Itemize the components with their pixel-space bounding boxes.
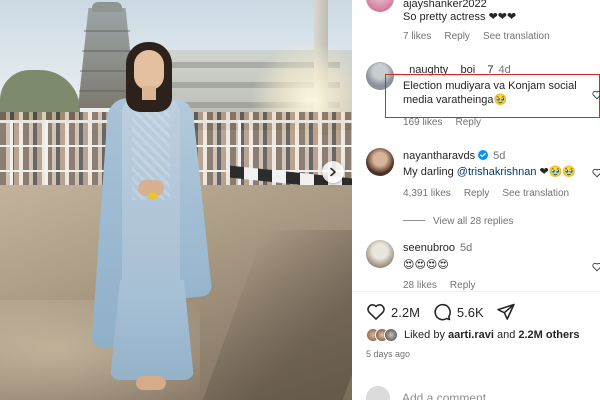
comment-like-icon[interactable] — [592, 168, 600, 178]
comment-time: 5d — [493, 150, 506, 162]
action-bar: 2.2M 5.6K — [366, 300, 533, 324]
photo-palazzo — [110, 280, 194, 380]
comment-header: ajayshanker2022 — [403, 0, 487, 10]
comment-likes[interactable]: 28 likes — [403, 280, 437, 291]
photo-rail-post — [238, 120, 241, 192]
see-translation-link[interactable]: See translation — [483, 31, 550, 42]
reply-button[interactable]: Reply — [444, 31, 470, 42]
liked-by-prefix: Liked by — [404, 329, 449, 341]
photo-feet — [136, 376, 166, 390]
like-button[interactable]: 2.2M — [366, 302, 420, 322]
view-replies-link[interactable]: View all 28 replies — [403, 216, 513, 227]
comment-text: 😍😍😍😍 — [403, 259, 449, 271]
comment-like-icon[interactable] — [592, 90, 600, 100]
comment-meta: 7 likes Reply See translation — [403, 31, 563, 42]
comment-text-prefix: My darling — [403, 166, 457, 178]
comment-username[interactable]: seenubroo — [403, 242, 455, 254]
avatar[interactable] — [366, 148, 394, 176]
mention-link[interactable]: @trishakrishnan — [457, 166, 537, 178]
see-translation-link[interactable]: See translation — [502, 188, 569, 199]
comment-username[interactable]: nayantharavds — [403, 150, 475, 162]
comment-meta: 169 likes Reply — [403, 117, 494, 128]
photo-rail-post — [45, 120, 48, 192]
photo-tower-tier — [84, 30, 130, 32]
photo-face — [134, 50, 164, 90]
liked-by-row: Liked by aarti.ravi and 2.2M others — [366, 327, 580, 343]
comment-likes[interactable]: 7 likes — [403, 31, 431, 42]
comment-text: My darling @trishakrishnan ❤🥹🥹 — [403, 165, 593, 179]
comment-meta: 4,391 likes Reply See translation — [403, 188, 582, 199]
photo-temple-top — [92, 2, 122, 12]
liked-by-text: Liked by aarti.ravi and 2.2M others — [404, 329, 580, 341]
post-date[interactable]: 5 days ago — [366, 349, 410, 359]
comment-username[interactable]: ajayshanker2022 — [403, 0, 487, 10]
avatar[interactable] — [366, 0, 394, 12]
chevron-right-icon[interactable] — [322, 161, 344, 183]
likes-count: 2.2M — [391, 304, 420, 320]
photo-flower — [148, 192, 158, 200]
comment-likes[interactable]: 169 likes — [403, 117, 442, 128]
liked-by-middle: and — [493, 329, 519, 341]
highlight-annotation — [385, 74, 600, 118]
reply-button[interactable]: Reply — [464, 188, 490, 199]
paper-plane-icon — [496, 303, 515, 320]
comment-header: seenubroo 5d — [403, 242, 472, 254]
heart-icon — [367, 304, 385, 320]
add-comment-input[interactable]: Add a comment... — [402, 391, 496, 400]
comment-text-suffix: ❤🥹🥹 — [536, 166, 577, 178]
comment-likes[interactable]: 4,391 likes — [403, 188, 451, 199]
liked-by-others[interactable]: 2.2M others — [518, 329, 579, 341]
comment-button[interactable]: 5.6K — [432, 302, 484, 322]
photo-person — [80, 40, 220, 400]
share-button[interactable] — [496, 302, 521, 322]
comments-count: 5.6K — [456, 304, 484, 320]
liked-by-user[interactable]: aarti.ravi — [448, 329, 494, 341]
comment-like-icon[interactable] — [592, 262, 600, 272]
replies-divider — [403, 220, 425, 221]
comment-time: 5d — [460, 242, 473, 254]
comment-header: nayantharavds 5d — [403, 150, 505, 162]
current-user-avatar — [366, 386, 390, 400]
comment-meta: 28 likes Reply — [403, 280, 488, 291]
panel-divider — [352, 291, 600, 292]
photo-neck — [142, 86, 156, 100]
reply-button[interactable]: Reply — [450, 280, 476, 291]
post-photo[interactable] — [0, 0, 352, 400]
reply-button[interactable]: Reply — [455, 117, 481, 128]
speech-bubble-icon — [434, 303, 451, 321]
comment-text: So pretty actress ❤❤❤ — [403, 11, 517, 23]
view-replies-label: View all 28 replies — [433, 216, 514, 227]
avatar[interactable] — [366, 240, 394, 268]
add-comment-bar[interactable]: Add a comment... — [366, 386, 496, 400]
liker-avatar[interactable] — [384, 328, 398, 342]
photo-rail-post — [10, 120, 13, 192]
verified-badge-icon — [478, 150, 489, 160]
